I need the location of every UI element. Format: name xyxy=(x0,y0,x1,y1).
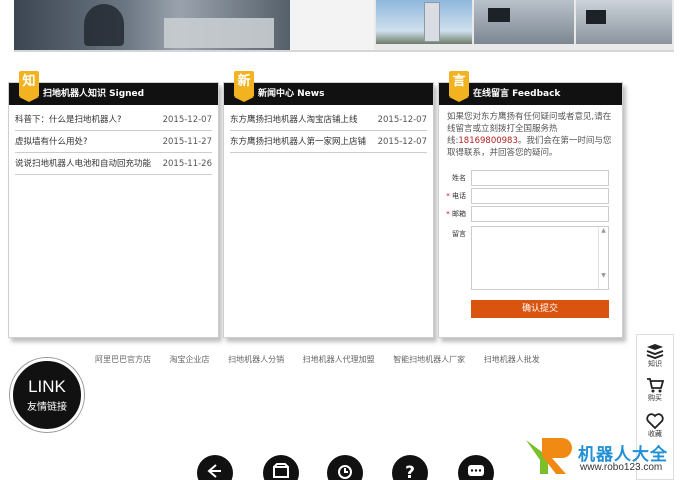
friend-link[interactable]: 扫地机器人分销 xyxy=(228,355,284,364)
cart-icon xyxy=(647,378,664,393)
sidebar-item-knowledge[interactable]: 知识 xyxy=(637,343,673,369)
list-item[interactable]: 说说扫地机器人电池和自动回充功能 2015-11-26 xyxy=(15,153,212,175)
list-item-title[interactable]: 科普下：什么是扫地机器人? xyxy=(15,109,122,130)
news-panel: 新 新闻中心 News 东方鹰扬扫地机器人淘宝店铺上线 2015-12-07 东… xyxy=(223,71,434,338)
chat-icon xyxy=(468,465,484,476)
bottom-icon-share[interactable] xyxy=(197,455,233,480)
news-list: 东方鹰扬扫地机器人淘宝店铺上线 2015-12-07 东方鹰扬扫地机器人第一家网… xyxy=(224,105,433,153)
phone-field[interactable] xyxy=(471,188,609,204)
link-circle: LINK 友情链接 xyxy=(10,358,84,432)
list-item-date: 2015-12-07 xyxy=(377,137,427,147)
knowledge-badge: 知 xyxy=(19,71,39,102)
logo-url: www.robo123.com xyxy=(580,462,663,473)
friend-link[interactable]: 扫地机器人批发 xyxy=(484,355,540,364)
required-mark: * xyxy=(446,210,450,218)
scroll-down-icon[interactable]: ▼ xyxy=(599,272,608,279)
message-field[interactable]: ▲ ▼ xyxy=(471,226,609,290)
phone-label: * 电话 xyxy=(446,191,466,201)
feedback-intro: 如果您对东方鹰扬有任何疑问或者意见,请在线留言或立刻拨打全国服务热线:18169… xyxy=(439,105,622,159)
feedback-panel: 言 在线留言 Feedback 如果您对东方鹰扬有任何疑问或者意见,请在线留言或… xyxy=(438,71,624,338)
scroll-up-icon[interactable]: ▲ xyxy=(599,227,608,234)
list-item-title[interactable]: 东方鹰扬扫地机器人第一家网上店铺 xyxy=(230,131,366,152)
link-circle-title: LINK xyxy=(28,377,66,396)
phone-row: * 电话 xyxy=(439,188,624,204)
message-label: 留言 xyxy=(452,230,466,238)
list-item-title[interactable]: 东方鹰扬扫地机器人淘宝店铺上线 xyxy=(230,109,358,130)
sidebar-label: 购买 xyxy=(648,394,662,402)
list-item-title[interactable]: 说说扫地机器人电池和自动回充功能 xyxy=(15,153,151,174)
banner-spacer xyxy=(290,0,374,50)
list-item-date: 2015-11-27 xyxy=(162,137,212,147)
list-item[interactable]: 虚拟墙有什么用处? 2015-11-27 xyxy=(15,131,212,153)
list-item-title[interactable]: 虚拟墙有什么用处? xyxy=(15,131,88,152)
list-item-date: 2015-12-07 xyxy=(377,115,427,125)
logo-mark-icon xyxy=(526,438,572,474)
history-icon xyxy=(338,465,352,479)
bottom-icon-shop[interactable] xyxy=(263,455,299,480)
message-scrollbar[interactable]: ▲ ▼ xyxy=(598,227,608,289)
name-row: 姓名 xyxy=(439,170,624,186)
email-row: * 邮箱 xyxy=(439,206,624,222)
feedback-title: 在线留言 Feedback xyxy=(473,89,561,99)
friend-link[interactable]: 扫地机器人代理加盟 xyxy=(303,355,375,364)
hotline-number: 18169800983 xyxy=(458,136,518,146)
help-icon: ? xyxy=(405,463,415,480)
site-logo[interactable]: 机器人大全 www.robo123.com xyxy=(522,434,691,480)
friend-link[interactable]: 阿里巴巴官方店 xyxy=(95,355,151,364)
building-photo xyxy=(376,0,472,44)
office-photo xyxy=(14,0,290,50)
office-photo-2 xyxy=(474,0,574,44)
list-item[interactable]: 科普下：什么是扫地机器人? 2015-12-07 xyxy=(15,109,212,131)
share-icon xyxy=(207,464,221,478)
heart-icon xyxy=(646,413,664,429)
sidebar-item-buy[interactable]: 购买 xyxy=(637,377,673,403)
news-badge: 新 xyxy=(234,71,254,102)
link-circle-subtitle: 友情链接 xyxy=(27,402,67,413)
knowledge-title[interactable]: 扫地机器人知识 Signed xyxy=(43,89,144,99)
news-title[interactable]: 新闻中心 News xyxy=(258,89,324,99)
email-field[interactable] xyxy=(471,206,609,222)
knowledge-panel: 知 扫地机器人知识 Signed 科普下：什么是扫地机器人? 2015-12-0… xyxy=(8,71,219,338)
page: 知 扫地机器人知识 Signed 科普下：什么是扫地机器人? 2015-12-0… xyxy=(0,0,691,480)
feedback-badge: 言 xyxy=(449,71,469,102)
required-mark: * xyxy=(446,192,450,200)
name-field[interactable] xyxy=(471,170,609,186)
list-item[interactable]: 东方鹰扬扫地机器人淘宝店铺上线 2015-12-07 xyxy=(230,109,427,131)
submit-button[interactable]: 确认提交 xyxy=(471,300,609,318)
shop-icon xyxy=(273,463,289,478)
list-item-date: 2015-11-26 xyxy=(162,159,212,169)
bottom-icon-history[interactable] xyxy=(327,455,363,480)
email-label: * 邮箱 xyxy=(446,209,466,219)
sidebar-label: 知识 xyxy=(648,360,662,368)
knowledge-list: 科普下：什么是扫地机器人? 2015-12-07 虚拟墙有什么用处? 2015-… xyxy=(9,105,218,175)
feedback-header: 言 在线留言 Feedback xyxy=(439,71,622,105)
top-banner xyxy=(14,0,674,52)
list-item-date: 2015-12-07 xyxy=(162,115,212,125)
friend-link[interactable]: 智能扫地机器人厂家 xyxy=(393,355,465,364)
bottom-icon-chat[interactable] xyxy=(458,455,494,480)
knowledge-header: 知 扫地机器人知识 Signed xyxy=(9,71,218,105)
news-header: 新 新闻中心 News xyxy=(224,71,433,105)
email-label-text: 邮箱 xyxy=(452,210,466,218)
friend-links: 阿里巴巴官方店 淘宝企业店 扫地机器人分销 扫地机器人代理加盟 智能扫地机器人厂… xyxy=(95,354,556,365)
stack-icon xyxy=(646,344,664,359)
svg-text:?: ? xyxy=(405,463,415,480)
name-label: 姓名 xyxy=(452,174,466,182)
list-item[interactable]: 东方鹰扬扫地机器人第一家网上店铺 2015-12-07 xyxy=(230,131,427,153)
friend-link[interactable]: 淘宝企业店 xyxy=(170,355,210,364)
bottom-icon-help[interactable]: ? xyxy=(392,455,428,480)
phone-label-text: 电话 xyxy=(452,192,466,200)
office-photo-3 xyxy=(576,0,672,44)
